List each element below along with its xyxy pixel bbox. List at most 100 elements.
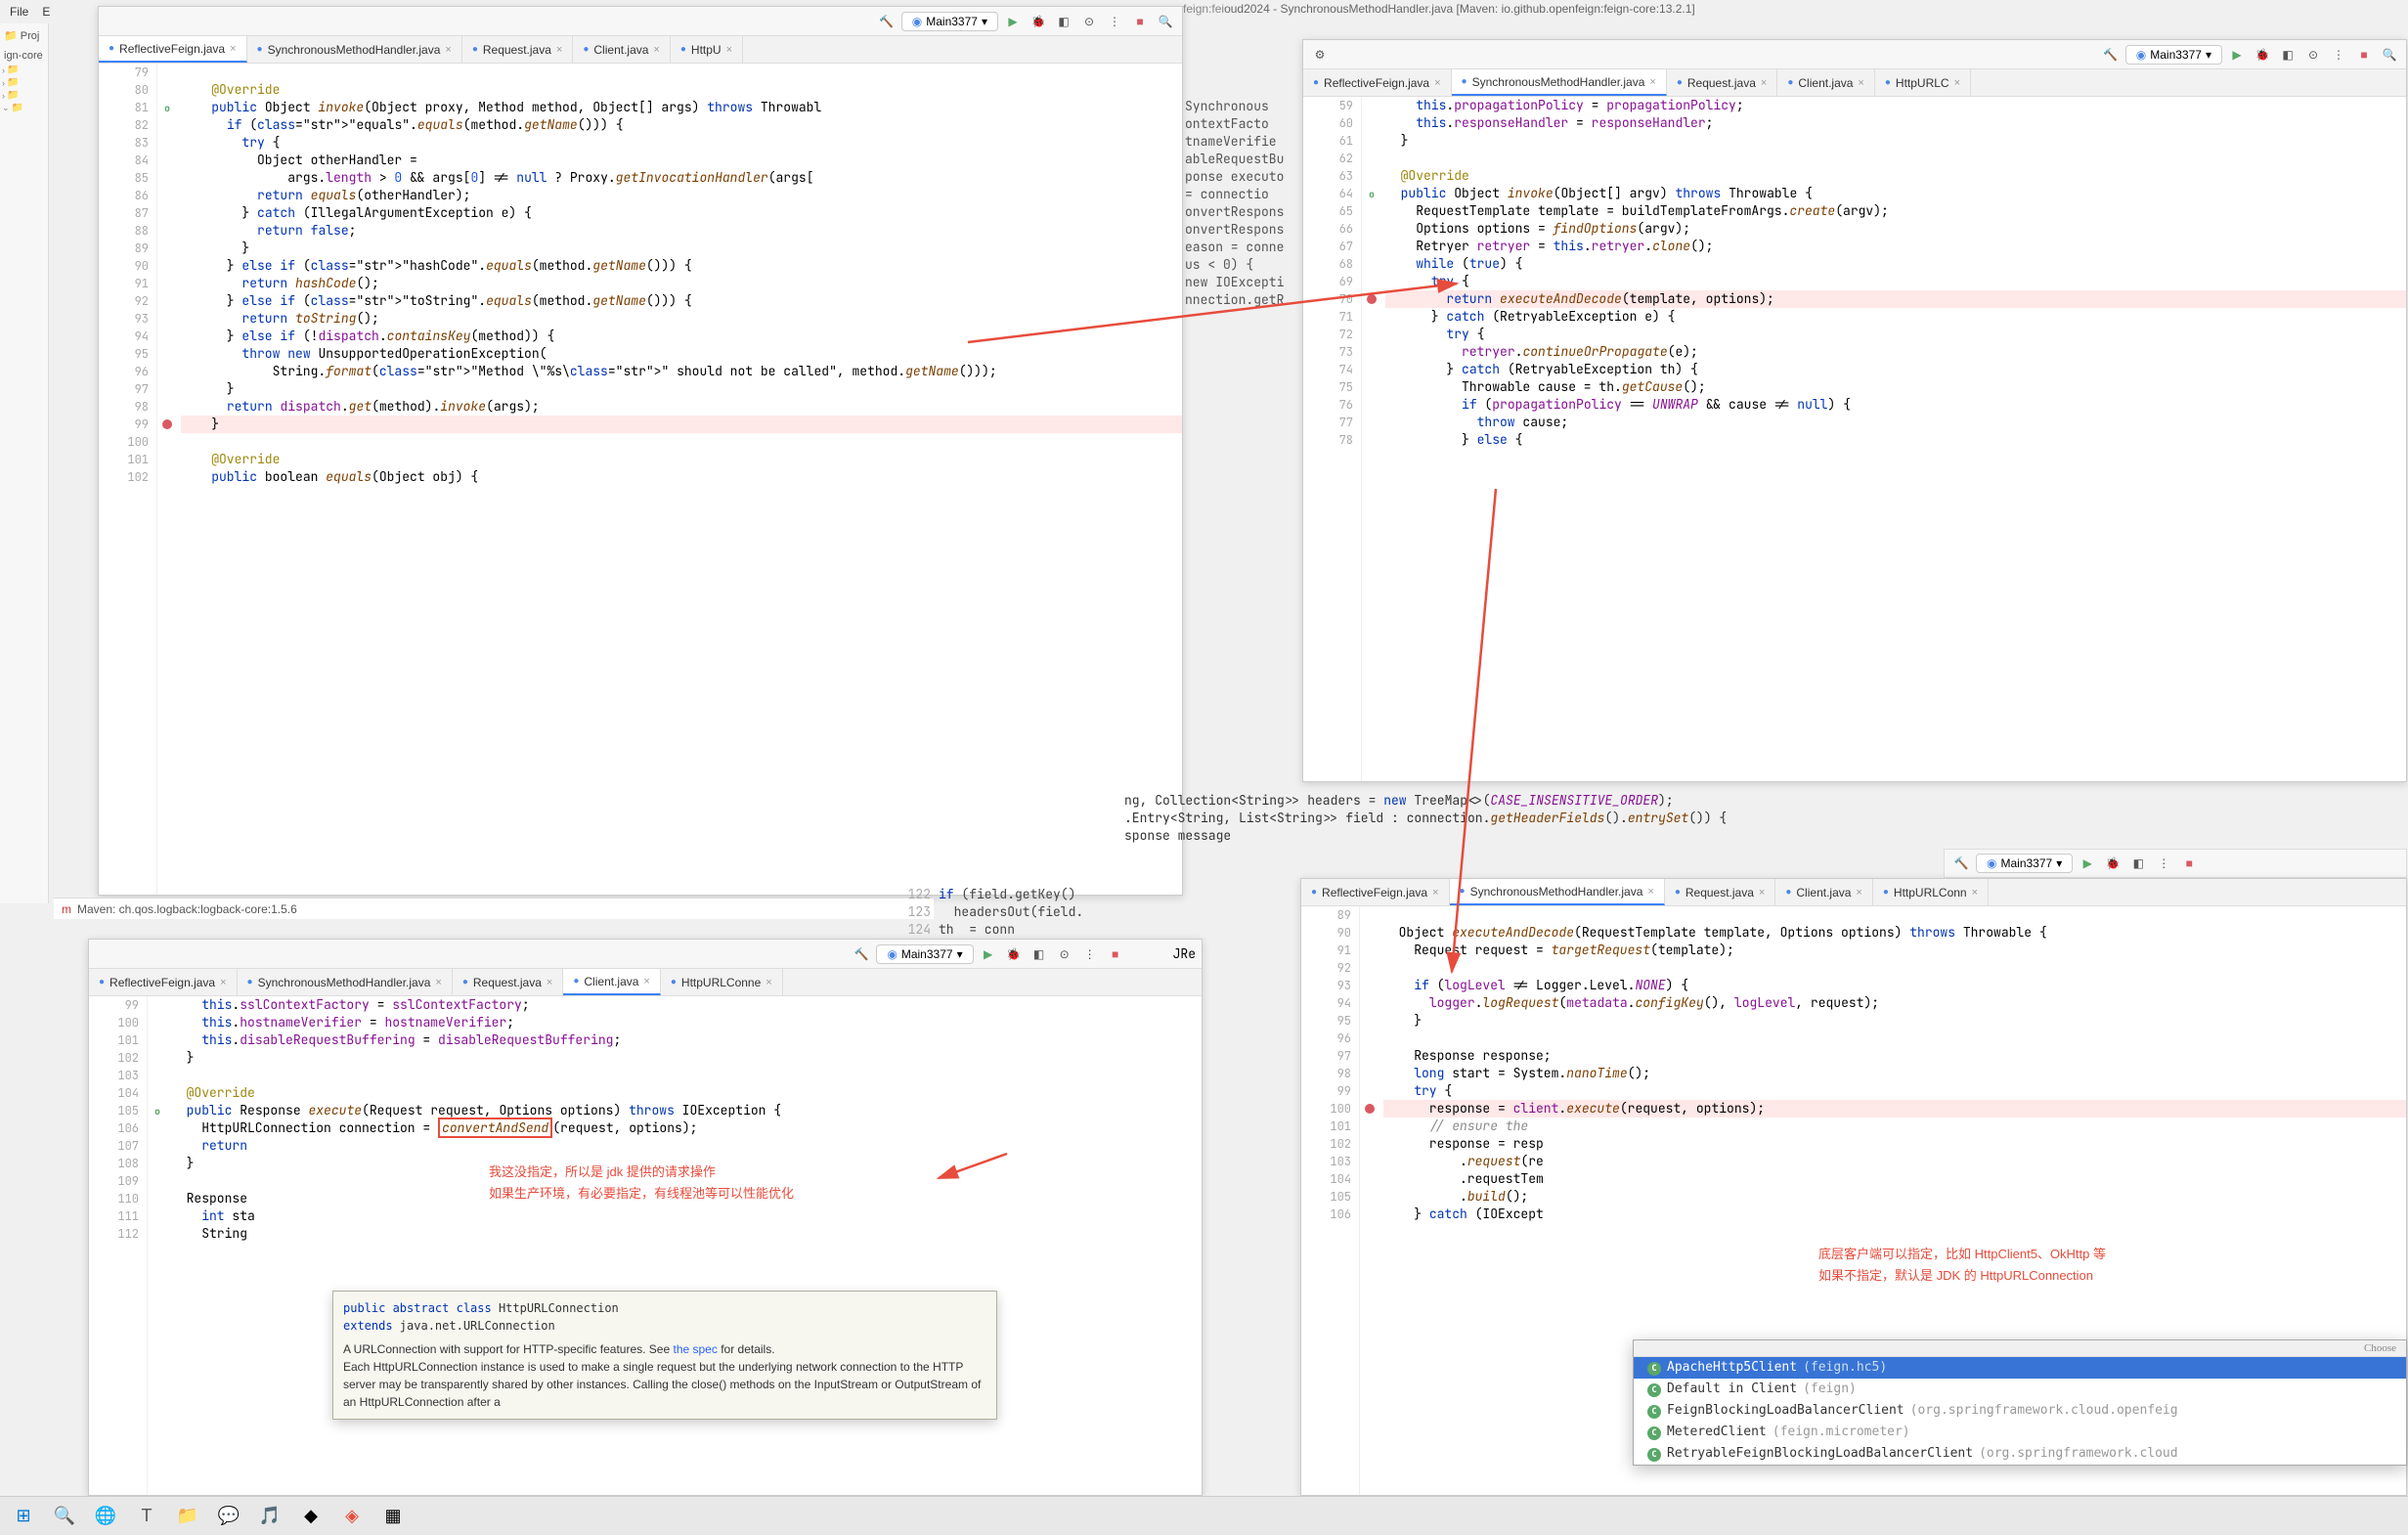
editor-tab[interactable]: ●HttpU× — [671, 36, 743, 63]
gutter-icon[interactable] — [148, 1084, 167, 1102]
run-config-selector[interactable]: ◉ Main3377 ▾ — [901, 12, 998, 31]
editor-tab[interactable]: ●Request.java× — [462, 36, 574, 63]
code-line[interactable] — [1385, 150, 2406, 167]
code-line[interactable]: @Override — [181, 81, 1182, 99]
code-line[interactable] — [1383, 1030, 2406, 1047]
gutter-icon[interactable] — [148, 1190, 167, 1207]
code-line[interactable]: if (propagationPolicy == UNWRAP && cause… — [1385, 396, 2406, 414]
gutter-icon[interactable] — [1362, 132, 1381, 150]
code-line[interactable]: this.hostnameVerifier = hostnameVerifier… — [171, 1014, 1202, 1031]
gutter-icon[interactable] — [1360, 977, 1379, 994]
editor-tab[interactable]: ●HttpURLC× — [1875, 69, 1971, 96]
line-number[interactable]: 108 — [89, 1155, 139, 1172]
code-line[interactable]: } catch (IOExcept — [1383, 1206, 2406, 1223]
editor-tab[interactable]: ●SynchronousMethodHandler.java× — [247, 36, 462, 63]
spec-link[interactable]: the spec — [673, 1342, 717, 1356]
line-number[interactable]: 67 — [1303, 238, 1353, 255]
line-number[interactable]: 107 — [89, 1137, 139, 1155]
gutter-icon[interactable] — [1362, 273, 1381, 290]
gutter-icon[interactable] — [1360, 1170, 1379, 1188]
close-icon[interactable]: × — [643, 976, 649, 987]
gutter-icon[interactable] — [157, 134, 177, 152]
profile-icon[interactable]: ⊙ — [1078, 11, 1100, 32]
code-line[interactable]: } catch (RetryableException e) { — [1385, 308, 2406, 326]
gutter-icon[interactable] — [157, 345, 177, 363]
line-number[interactable]: 95 — [1301, 1012, 1351, 1030]
code-line[interactable]: while (true) { — [1385, 255, 2406, 273]
code-line[interactable] — [181, 433, 1182, 451]
line-number[interactable]: 102 — [1301, 1135, 1351, 1153]
gutter-icon[interactable] — [1362, 255, 1381, 273]
code-line[interactable]: this.responseHandler = responseHandler; — [1385, 114, 2406, 132]
gutter-icon[interactable] — [1362, 202, 1381, 220]
line-number[interactable]: 96 — [99, 363, 149, 380]
line-number[interactable]: 101 — [1301, 1118, 1351, 1135]
gutter-icon[interactable] — [148, 1067, 167, 1084]
code-line[interactable]: Object otherHandler = — [181, 152, 1182, 169]
gutter-icon[interactable] — [157, 398, 177, 416]
line-number[interactable]: 79 — [99, 64, 149, 81]
gutter-icon[interactable] — [157, 81, 177, 99]
line-number[interactable]: 70 — [1303, 290, 1353, 308]
gutter-icon[interactable] — [157, 310, 177, 328]
gutter-icon[interactable] — [1360, 1012, 1379, 1030]
coverage-icon[interactable]: ◧ — [2277, 44, 2299, 66]
code-line[interactable]: return toString(); — [181, 310, 1182, 328]
code-line[interactable]: } else if (!dispatch.containsKey(method)… — [181, 328, 1182, 345]
line-number[interactable]: 97 — [99, 380, 149, 398]
line-number[interactable]: 69 — [1303, 273, 1353, 290]
code-line[interactable]: throw cause; — [1385, 414, 2406, 431]
gutter-icon[interactable] — [1360, 1118, 1379, 1135]
completion-item[interactable]: CMeteredClient (feign.micrometer) — [1634, 1422, 2406, 1443]
close-icon[interactable]: × — [1954, 77, 1960, 89]
line-number[interactable]: 60 — [1303, 114, 1353, 132]
close-icon[interactable]: × — [1759, 887, 1765, 899]
close-icon[interactable]: × — [1432, 887, 1438, 899]
chrome-icon[interactable]: 🌐 — [86, 1501, 125, 1532]
line-number[interactable]: 88 — [99, 222, 149, 240]
run-icon[interactable]: ▶ — [978, 943, 999, 965]
line-number[interactable]: 75 — [1303, 378, 1353, 396]
line-number[interactable]: 96 — [1301, 1030, 1351, 1047]
line-number[interactable]: 104 — [1301, 1170, 1351, 1188]
code-line[interactable]: try { — [1383, 1082, 2406, 1100]
gutter-icon[interactable] — [1362, 167, 1381, 185]
code-line[interactable]: logger.logRequest(metadata.configKey(), … — [1383, 994, 2406, 1012]
line-number[interactable]: 100 — [99, 433, 149, 451]
line-number[interactable]: 80 — [99, 81, 149, 99]
gutter-icon[interactable] — [148, 1031, 167, 1049]
hammer-icon[interactable]: 🔨 — [1950, 853, 1972, 874]
line-number[interactable]: 106 — [89, 1119, 139, 1137]
gutter-icon[interactable] — [157, 152, 177, 169]
code-line[interactable]: public Object invoke(Object proxy, Metho… — [181, 99, 1182, 116]
completion-item[interactable]: CApacheHttp5Client (feign.hc5) — [1634, 1357, 2406, 1379]
code-line[interactable]: } catch (IllegalArgumentException e) { — [181, 204, 1182, 222]
hammer-icon[interactable]: 🔨 — [876, 11, 898, 32]
editor-tab[interactable]: ●Client.java× — [1777, 69, 1875, 96]
code-line[interactable]: long start = System.nanoTime(); — [1383, 1065, 2406, 1082]
tree-item[interactable]: ⌄📁 — [0, 102, 48, 114]
gutter-icon[interactable] — [157, 433, 177, 451]
gutter-icon[interactable] — [1360, 1082, 1379, 1100]
gutter-icon[interactable] — [1362, 378, 1381, 396]
code-line[interactable]: .requestTem — [1383, 1170, 2406, 1188]
code-line[interactable]: } — [181, 240, 1182, 257]
run-icon[interactable]: ▶ — [2226, 44, 2248, 66]
more-icon[interactable]: ⋮ — [2328, 44, 2349, 66]
code-line[interactable]: this.disableRequestBuffering = disableRe… — [171, 1031, 1202, 1049]
line-number[interactable]: 89 — [99, 240, 149, 257]
code-line[interactable]: Retryer retryer = this.retryer.clone(); — [1385, 238, 2406, 255]
gutter-icon[interactable] — [148, 1172, 167, 1190]
line-number[interactable]: 90 — [1301, 924, 1351, 942]
code-line[interactable] — [181, 64, 1182, 81]
line-number[interactable]: 106 — [1301, 1206, 1351, 1223]
close-icon[interactable]: × — [1647, 886, 1653, 898]
code-line[interactable]: } — [1385, 132, 2406, 150]
menu-file[interactable]: File — [10, 5, 28, 19]
close-icon[interactable]: × — [435, 977, 441, 988]
line-number[interactable]: 102 — [89, 1049, 139, 1067]
gutter-icon[interactable] — [1360, 1065, 1379, 1082]
gutter-icon[interactable] — [148, 1155, 167, 1172]
stop-icon[interactable]: ■ — [2353, 44, 2375, 66]
gutter-icon[interactable] — [148, 1137, 167, 1155]
